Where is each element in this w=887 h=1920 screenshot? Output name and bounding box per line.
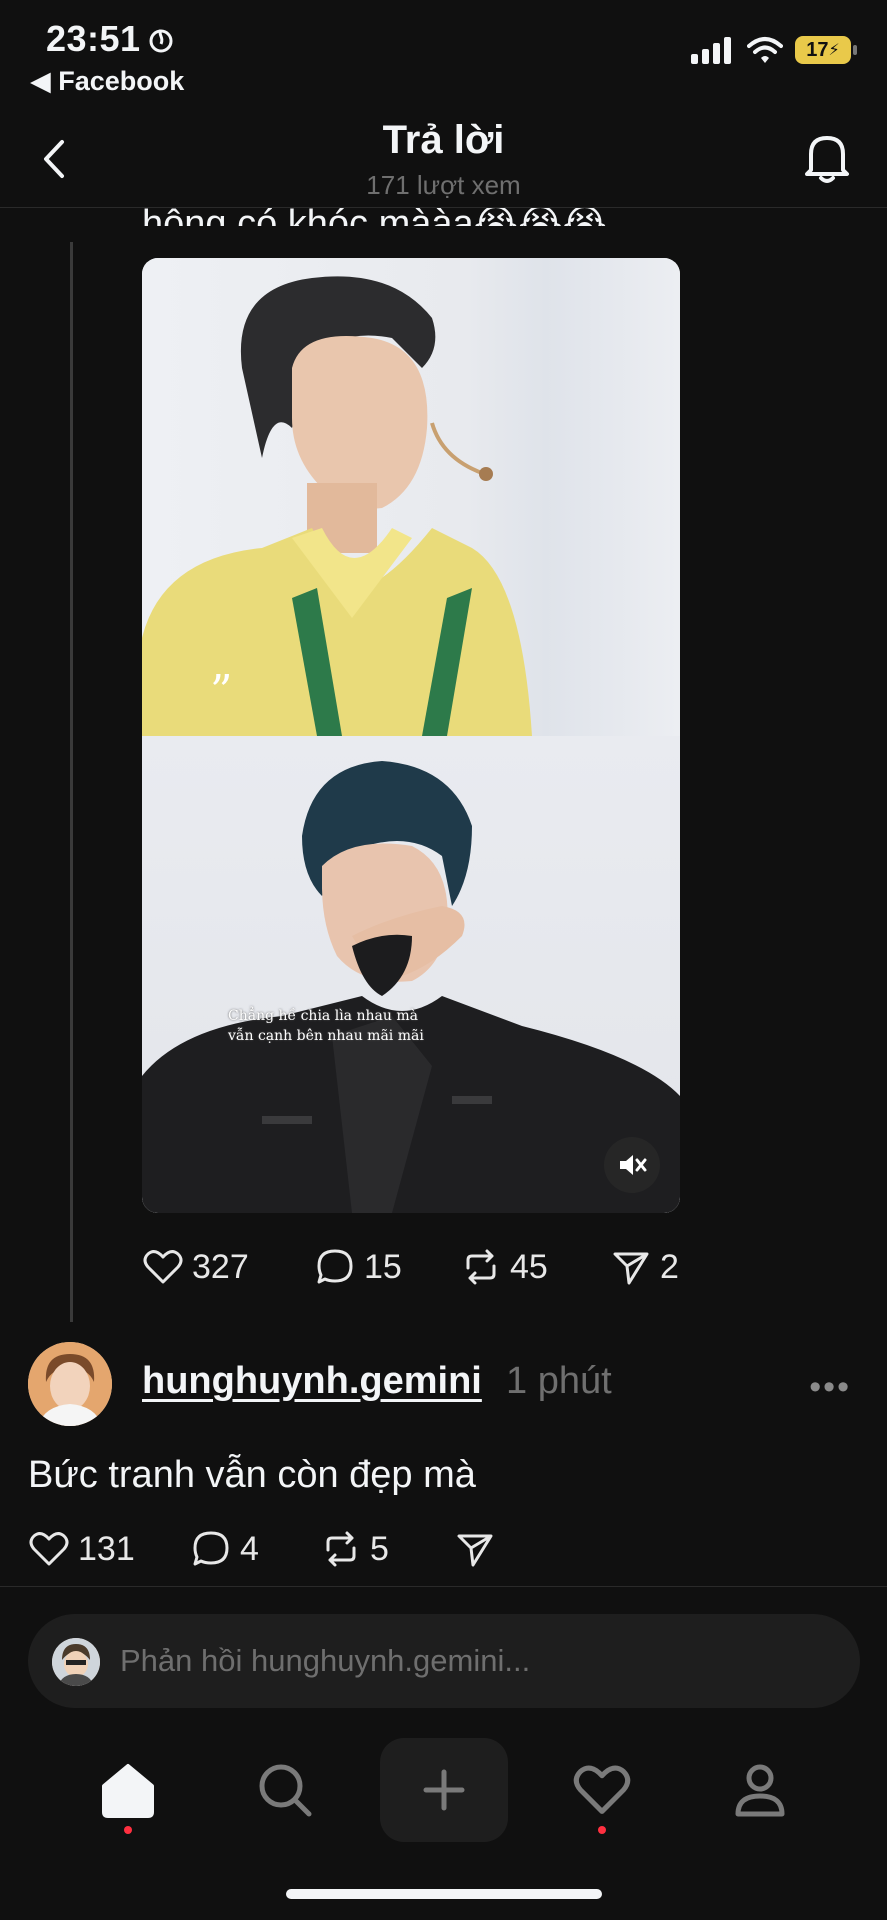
battery-indicator: 17 ⚡ — [795, 36, 857, 64]
back-to-app-link[interactable]: ◀ Facebook — [30, 66, 184, 97]
plus-icon — [423, 1769, 465, 1811]
reply-composer[interactable] — [28, 1614, 860, 1708]
more-options-button[interactable]: ••• — [809, 1368, 851, 1407]
reply-like-button[interactable]: 131 — [28, 1528, 190, 1570]
search-icon — [259, 1764, 312, 1817]
notification-dot — [598, 1826, 606, 1834]
divider — [0, 1586, 887, 1587]
notification-dot — [124, 1826, 132, 1834]
like-button[interactable]: 327 — [142, 1246, 314, 1288]
quote-mark-icon: ” — [210, 666, 233, 717]
video-frame-top — [142, 258, 680, 736]
like-count: 327 — [192, 1247, 249, 1286]
share-count: 2 — [660, 1247, 679, 1286]
heart-icon — [573, 1765, 631, 1814]
nav-activity[interactable] — [538, 1738, 666, 1842]
hotspot-flame-icon — [149, 29, 173, 53]
view-count: 171 lượt xem — [366, 170, 521, 200]
caption-line-2: vẫn cạnh bên nhau mãi mãi — [228, 1028, 424, 1044]
reply-like-count: 131 — [78, 1529, 135, 1568]
reply-input[interactable] — [120, 1614, 820, 1708]
wifi-icon — [747, 37, 783, 63]
comment-icon — [317, 1249, 353, 1284]
battery-level: 17 — [806, 38, 829, 61]
share-button[interactable]: 2 — [610, 1246, 679, 1288]
heart-icon — [143, 1250, 183, 1284]
video-caption: Chẳng hề chia lìa nhau mà vẫn cạnh bên n… — [228, 1006, 424, 1046]
repost-button[interactable]: 45 — [460, 1246, 610, 1288]
video-frame-bottom — [142, 736, 680, 1213]
reply-timestamp: 1 phút — [506, 1360, 612, 1402]
comment-count: 15 — [364, 1247, 402, 1286]
page-title: Trả lời — [382, 118, 505, 162]
status-bar: 23:51 ◀ Facebook 17 ⚡ — [0, 0, 887, 100]
reply-actions: 131 4 5 — [28, 1528, 496, 1570]
mute-button[interactable] — [604, 1137, 660, 1193]
nav-create[interactable] — [380, 1738, 508, 1842]
status-time: 23:51 — [46, 18, 141, 59]
nav-search[interactable] — [221, 1738, 349, 1842]
post-video[interactable]: ” Chẳng hề chia lìa nhau mà vẫn cạnh bên… — [142, 258, 680, 1213]
post-actions: 327 15 45 2 — [142, 1246, 679, 1288]
status-icons: 17 ⚡ — [691, 36, 857, 64]
reply-text: Bức tranh vẫn còn đẹp mà — [28, 1454, 476, 1496]
bottom-nav — [0, 1738, 887, 1848]
comment-button[interactable]: 15 — [314, 1246, 460, 1288]
cellular-signal-icon — [691, 37, 731, 64]
mute-icon — [620, 1155, 647, 1175]
home-indicator[interactable] — [286, 1889, 602, 1899]
reply-repost-button[interactable]: 5 — [320, 1528, 454, 1570]
heart-icon — [29, 1532, 69, 1566]
send-icon — [613, 1252, 649, 1285]
comment-icon — [193, 1531, 229, 1566]
repost-icon — [326, 1531, 356, 1567]
person-illustration-bottom — [142, 761, 680, 1213]
home-icon — [102, 1764, 154, 1818]
reply-username[interactable]: hunghuynh.gemini — [142, 1360, 482, 1403]
caption-line-1: Chẳng hề chia lìa nhau mà — [228, 1008, 418, 1024]
person-illustration-top — [142, 276, 532, 736]
bell-icon[interactable] — [799, 128, 855, 188]
nav-profile[interactable] — [696, 1738, 824, 1842]
profile-icon — [735, 1764, 785, 1817]
thread-line — [70, 242, 73, 1322]
reply-comment-button[interactable]: 4 — [190, 1528, 320, 1570]
reply-share-button[interactable] — [454, 1528, 496, 1570]
current-user-avatar — [52, 1638, 100, 1686]
charging-bolt-icon: ⚡ — [828, 42, 840, 59]
reply-comment-count: 4 — [240, 1529, 259, 1568]
nav-home[interactable] — [64, 1738, 192, 1842]
repost-count: 45 — [510, 1247, 548, 1286]
reply-avatar[interactable] — [28, 1342, 112, 1426]
reply-repost-count: 5 — [370, 1529, 389, 1568]
repost-icon — [466, 1249, 496, 1285]
page-header: Trả lời 171 lượt xem — [0, 108, 887, 208]
send-icon — [457, 1534, 493, 1567]
